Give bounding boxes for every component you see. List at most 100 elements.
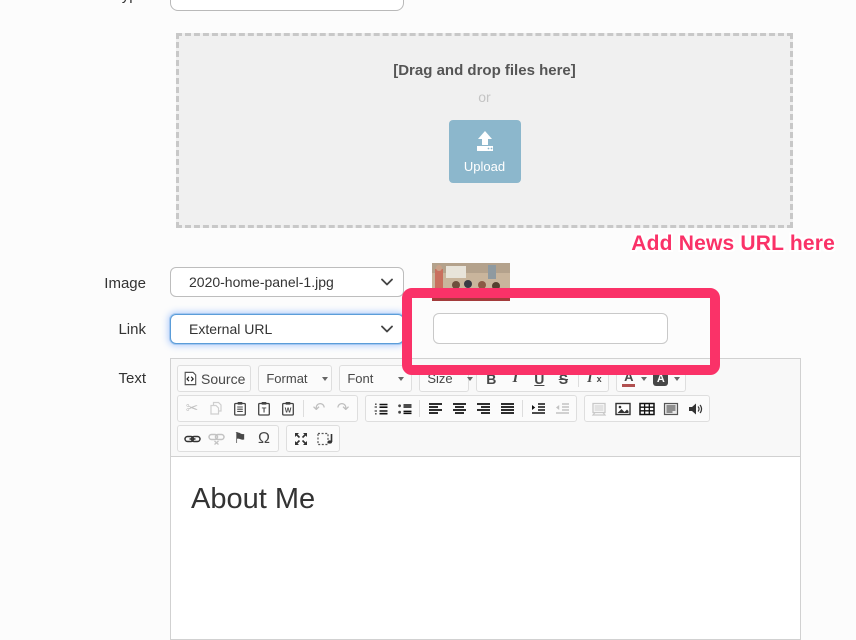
background-color-button[interactable]: A bbox=[650, 367, 683, 390]
image-icon bbox=[615, 402, 631, 416]
decrease-indent-icon bbox=[555, 402, 570, 416]
align-right-icon bbox=[476, 402, 491, 416]
unlink-icon bbox=[208, 432, 225, 445]
type-label: Type bbox=[76, 0, 146, 4]
content-heading: About Me bbox=[191, 483, 780, 516]
increase-indent-button[interactable] bbox=[526, 397, 550, 420]
font-dropdown-label: Font bbox=[347, 371, 373, 386]
drag-drop-text: [Drag and drop files here] bbox=[393, 62, 576, 79]
or-text: or bbox=[478, 89, 490, 105]
remove-format-button[interactable]: Ix bbox=[582, 367, 606, 390]
editor-content-area[interactable]: About Me bbox=[171, 457, 800, 632]
italic-button[interactable]: I bbox=[503, 367, 527, 390]
format-dropdown-label: Format bbox=[266, 371, 307, 386]
type-input[interactable] bbox=[170, 0, 404, 11]
align-center-button[interactable] bbox=[447, 397, 471, 420]
align-right-button[interactable] bbox=[471, 397, 495, 420]
strikethrough-button[interactable]: S bbox=[551, 367, 575, 390]
text-color-icon: A bbox=[622, 370, 635, 387]
bulleted-list-icon bbox=[397, 402, 412, 416]
unlink-button[interactable] bbox=[204, 427, 228, 450]
chevron-down-icon bbox=[674, 377, 680, 381]
cut-button[interactable]: ✂ bbox=[180, 397, 204, 420]
chevron-down-icon bbox=[398, 377, 404, 381]
embed-media-icon bbox=[591, 402, 607, 416]
special-character-button[interactable]: Ω bbox=[252, 427, 276, 450]
chevron-down-icon bbox=[467, 377, 473, 381]
text-label: Text bbox=[76, 370, 146, 387]
toolbar-separator bbox=[419, 400, 420, 417]
size-dropdown-label: Size bbox=[427, 371, 452, 386]
bold-button[interactable]: B bbox=[479, 367, 503, 390]
justify-button[interactable] bbox=[495, 397, 519, 420]
paste-icon bbox=[233, 401, 247, 416]
div-container-icon bbox=[663, 402, 679, 416]
align-center-icon bbox=[452, 402, 467, 416]
table-icon bbox=[639, 402, 655, 416]
editor-toolbar: Source Format Font Size B I U S Ix bbox=[171, 359, 800, 457]
insert-audio-button[interactable] bbox=[683, 397, 707, 420]
source-icon bbox=[183, 371, 197, 386]
font-dropdown[interactable]: Font bbox=[339, 365, 412, 392]
undo-button[interactable]: ↶ bbox=[307, 397, 331, 420]
news-url-input[interactable] bbox=[433, 313, 668, 344]
scissors-icon: ✂ bbox=[186, 401, 199, 416]
link-label: Link bbox=[76, 321, 146, 338]
link-type-select[interactable]: External URL bbox=[170, 314, 404, 344]
upload-button[interactable]: Upload bbox=[449, 120, 521, 183]
underline-button[interactable]: U bbox=[527, 367, 551, 390]
copy-button[interactable] bbox=[204, 397, 228, 420]
speaker-icon bbox=[687, 402, 703, 416]
upload-button-label: Upload bbox=[464, 159, 505, 174]
insert-table-button[interactable] bbox=[635, 397, 659, 420]
toolbar-separator bbox=[522, 400, 523, 417]
insert-image-button[interactable] bbox=[611, 397, 635, 420]
omega-icon: Ω bbox=[258, 431, 270, 447]
image-label: Image bbox=[76, 275, 146, 292]
chevron-down-icon bbox=[641, 377, 647, 381]
paste-plain-text-button[interactable]: T bbox=[252, 397, 276, 420]
text-color-button[interactable]: A bbox=[619, 367, 650, 390]
numbered-list-icon bbox=[373, 402, 388, 416]
justify-icon bbox=[500, 402, 515, 416]
show-blocks-icon bbox=[317, 432, 333, 446]
anchor-button[interactable]: ⚑ bbox=[228, 427, 252, 450]
maximize-button[interactable] bbox=[289, 427, 313, 450]
svg-text:W: W bbox=[285, 408, 292, 415]
div-container-button[interactable] bbox=[659, 397, 683, 420]
svg-text:T: T bbox=[262, 406, 267, 415]
embed-media-button[interactable] bbox=[587, 397, 611, 420]
background-color-icon: A bbox=[653, 371, 668, 386]
redo-button[interactable]: ↷ bbox=[331, 397, 355, 420]
image-thumbnail bbox=[432, 263, 510, 301]
copy-icon bbox=[209, 401, 223, 416]
paste-word-icon: W bbox=[281, 401, 295, 416]
show-blocks-button[interactable] bbox=[313, 427, 337, 450]
chevron-down-icon bbox=[381, 325, 393, 333]
undo-icon: ↶ bbox=[313, 401, 326, 416]
add-news-url-annotation: Add News URL here bbox=[631, 232, 835, 256]
file-dropzone[interactable]: [Drag and drop files here] or Upload bbox=[176, 33, 793, 228]
rich-text-editor: Source Format Font Size B I U S Ix bbox=[170, 358, 801, 640]
numbered-list-button[interactable] bbox=[368, 397, 392, 420]
link-icon bbox=[184, 433, 201, 445]
source-button[interactable]: Source bbox=[180, 367, 248, 390]
increase-indent-icon bbox=[531, 402, 546, 416]
remove-format-sub: x bbox=[597, 374, 602, 384]
flag-icon: ⚑ bbox=[233, 431, 246, 446]
chevron-down-icon bbox=[322, 377, 328, 381]
decrease-indent-button[interactable] bbox=[550, 397, 574, 420]
align-left-button[interactable] bbox=[423, 397, 447, 420]
size-dropdown[interactable]: Size bbox=[419, 365, 469, 392]
bulleted-list-button[interactable] bbox=[392, 397, 416, 420]
image-select-value: 2020-home-panel-1.jpg bbox=[189, 274, 381, 290]
image-select[interactable]: 2020-home-panel-1.jpg bbox=[170, 267, 404, 297]
source-button-label: Source bbox=[201, 371, 245, 387]
format-dropdown[interactable]: Format bbox=[258, 365, 332, 392]
chevron-down-icon bbox=[381, 278, 393, 286]
paste-text-icon: T bbox=[257, 401, 271, 416]
upload-icon bbox=[472, 129, 498, 156]
link-button[interactable] bbox=[180, 427, 204, 450]
paste-from-word-button[interactable]: W bbox=[276, 397, 300, 420]
paste-button[interactable] bbox=[228, 397, 252, 420]
